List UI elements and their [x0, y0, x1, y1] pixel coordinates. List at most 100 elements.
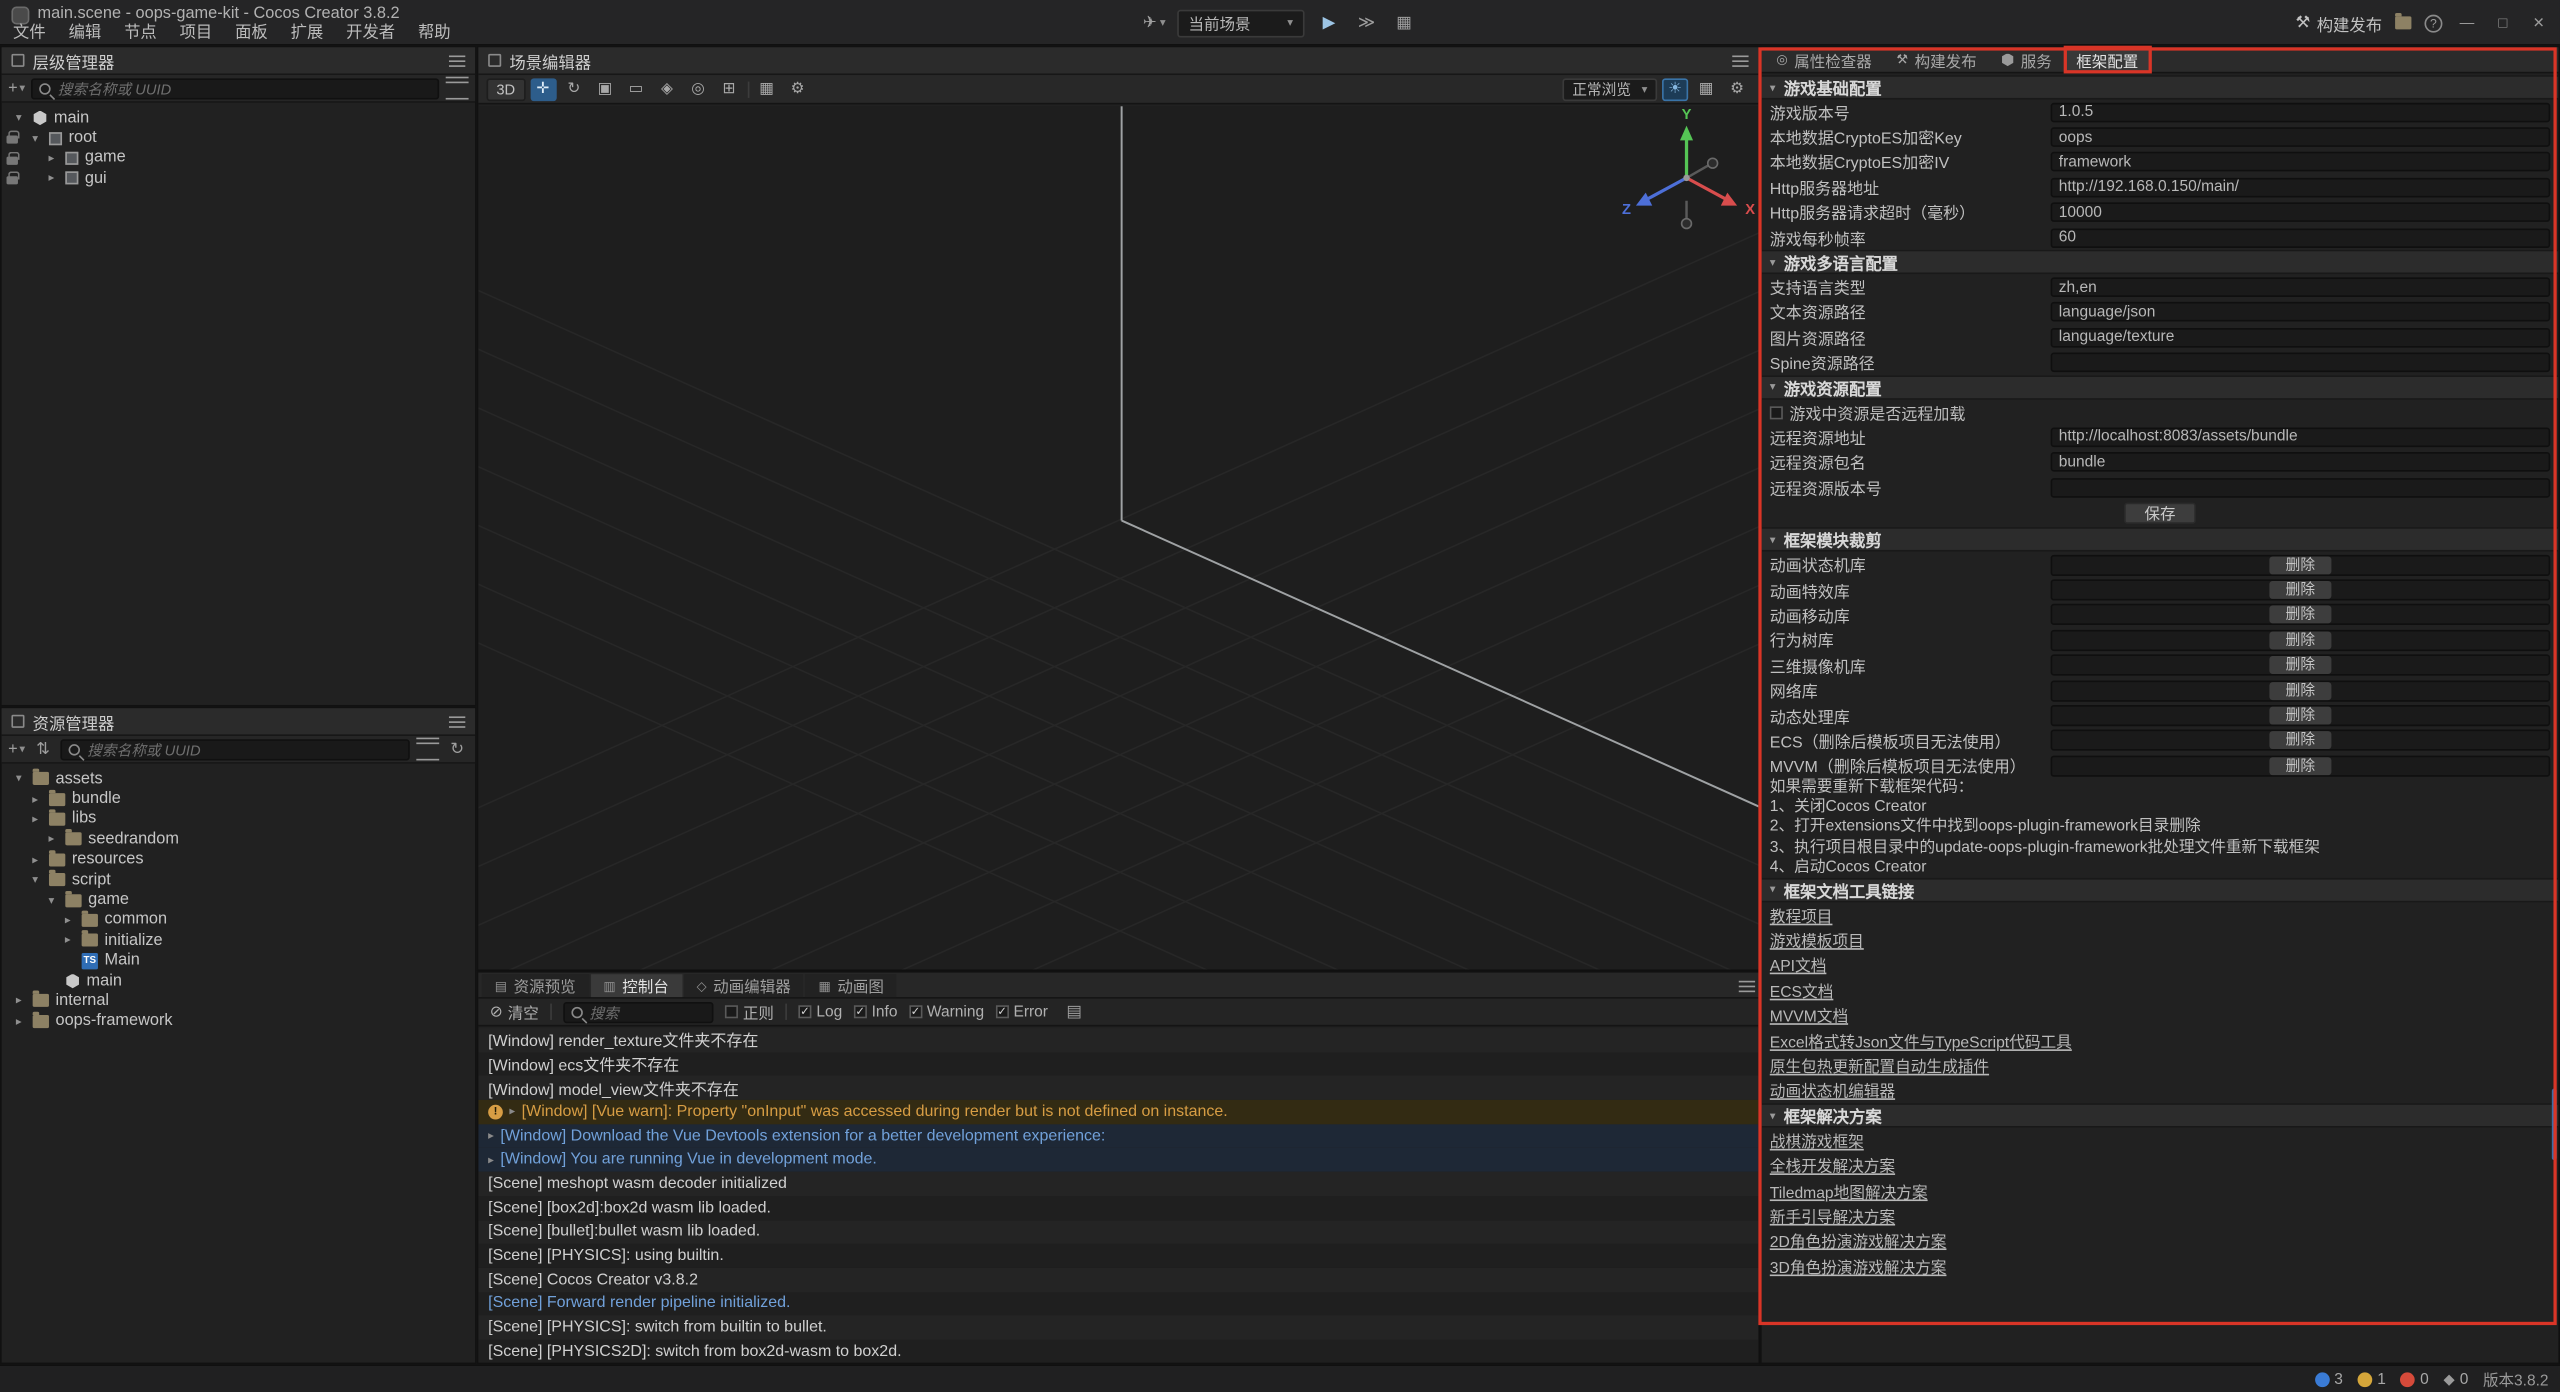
doc-link[interactable]: 动画状态机编辑器 [1770, 1079, 1895, 1102]
log-row[interactable]: [Scene] meshopt wasm decoder initialized [478, 1172, 1758, 1196]
expand-arrow-icon[interactable]: ▸ [509, 1105, 515, 1118]
input-crypto-iv[interactable]: framework [2051, 153, 2551, 173]
expand-arrow-icon[interactable]: ▸ [60, 934, 75, 947]
minimize-button[interactable]: — [2456, 11, 2479, 34]
doc-link[interactable]: 教程项目 [1770, 903, 1833, 926]
asset-game[interactable]: ▾game [2, 890, 475, 910]
delete-button[interactable]: 删除 [2269, 707, 2331, 725]
expand-arrow-icon[interactable]: ▸ [11, 995, 26, 1008]
input-remote-server[interactable]: http://localhost:8083/assets/bundle [2051, 428, 2551, 448]
solution-link[interactable]: Tiledmap地图解决方案 [1770, 1179, 1928, 1202]
filter-info-checkbox[interactable]: ✓Info [854, 1003, 898, 1021]
delete-button[interactable]: 删除 [2269, 757, 2331, 775]
asset-oops-framework[interactable]: ▸oops-framework [2, 1011, 475, 1031]
refresh-icon[interactable]: ↻ [446, 738, 469, 761]
asset-common[interactable]: ▸common [2, 910, 475, 930]
snap-settings-icon[interactable]: ▦ [753, 78, 779, 101]
filter-error-checkbox[interactable]: ✓Error [996, 1003, 1048, 1021]
filter-log-checkbox[interactable]: ✓Log [798, 1003, 842, 1021]
sort-icon[interactable]: ⇅ [32, 738, 55, 761]
project-folder-icon[interactable] [2395, 16, 2411, 29]
lock-icon[interactable] [7, 131, 18, 144]
input-game-version[interactable]: 1.0.5 [2051, 102, 2551, 122]
mode-3d-button[interactable]: 3D [487, 78, 525, 101]
solution-link[interactable]: 战棋游戏框架 [1770, 1129, 1864, 1152]
menu-file[interactable]: 文件 [2, 23, 58, 46]
solution-link[interactable]: 新手引导解决方案 [1770, 1204, 1895, 1227]
log-row-info[interactable]: [Scene] Forward render pipeline initiali… [478, 1292, 1758, 1316]
rect-tool-icon[interactable]: ▭ [623, 78, 649, 101]
collapse-arrow-icon[interactable]: ▾ [11, 772, 26, 785]
remote-load-checkbox[interactable] [1770, 406, 1783, 419]
tree-node-gui[interactable]: ▸ gui [2, 168, 475, 188]
transform-tool-icon[interactable]: ◈ [654, 78, 680, 101]
panel-menu-icon[interactable] [449, 716, 465, 727]
warning-count-badge[interactable]: 1 [2358, 1370, 2386, 1388]
scene-light-toggle-icon[interactable]: ☀ [1662, 78, 1688, 101]
menu-node[interactable]: 节点 [113, 23, 169, 46]
input-spine-path[interactable] [2051, 353, 2551, 373]
asset-main-scene[interactable]: main [2, 971, 475, 991]
preview-window-button[interactable]: ▦ [1391, 10, 1417, 36]
tab-build-publish[interactable]: ⚒构建发布 [1885, 47, 1988, 71]
delete-button[interactable]: 删除 [2269, 631, 2331, 649]
log-row[interactable]: [Scene] [box2d]:box2d wasm lib loaded. [478, 1196, 1758, 1220]
input-http-server[interactable]: http://192.168.0.150/main/ [2051, 178, 2551, 198]
asset-assets[interactable]: ▾assets [2, 769, 475, 789]
log-row-info[interactable]: ▸[Window] Download the Vue Devtools exte… [478, 1124, 1758, 1148]
rotate-tool-icon[interactable]: ↻ [561, 78, 587, 101]
doc-link[interactable]: 游戏模板项目 [1770, 929, 1864, 952]
tab-property-inspector[interactable]: ◎属性检查器 [1765, 47, 1883, 71]
lock-icon[interactable] [7, 172, 18, 185]
scene-select[interactable]: 当前场景▾ [1177, 9, 1304, 37]
section-game-basic[interactable]: ▾游戏基础配置 [1762, 75, 2559, 99]
input-lang-json-path[interactable]: language/json [2051, 303, 2551, 323]
doc-link[interactable]: 原生包热更新配置自动生成插件 [1770, 1054, 1989, 1077]
collapse-arrow-icon[interactable]: ▾ [11, 111, 26, 124]
menu-panel[interactable]: 面板 [224, 23, 280, 46]
expand-arrow-icon[interactable]: ▸ [488, 1129, 494, 1142]
lock-icon[interactable] [7, 151, 18, 164]
coordinate-toggle-icon[interactable]: ⊞ [716, 78, 742, 101]
expand-arrow-icon[interactable]: ▸ [28, 853, 43, 866]
assets-search-input[interactable]: 搜索名称或 UUID [61, 738, 410, 759]
info-count-badge[interactable]: 3 [2315, 1370, 2343, 1388]
play-button[interactable]: ▶ [1316, 10, 1342, 36]
log-row[interactable]: [Scene] [PHYSICS]: using builtin. [478, 1244, 1758, 1268]
expand-arrow-icon[interactable]: ▸ [11, 1015, 26, 1028]
asset-bundle[interactable]: ▸bundle [2, 789, 475, 809]
doc-link[interactable]: MVVM文档 [1770, 1004, 1848, 1027]
menu-extension[interactable]: 扩展 [279, 23, 335, 46]
log-row[interactable]: [Window] ecs文件夹不存在 [478, 1052, 1758, 1076]
export-log-icon[interactable]: ▤ [1063, 1000, 1086, 1023]
tree-node-root[interactable]: ▾ root [2, 128, 475, 148]
collapse-arrow-icon[interactable]: ▾ [28, 873, 43, 886]
filter-icon[interactable] [446, 77, 469, 100]
expand-arrow-icon[interactable]: ▸ [488, 1153, 494, 1166]
scene-settings-icon[interactable]: ⚙ [1724, 78, 1750, 101]
menu-help[interactable]: 帮助 [407, 23, 463, 46]
tab-console[interactable]: ▥控制台 [590, 974, 682, 997]
scale-tool-icon[interactable]: ▣ [592, 78, 618, 101]
menu-project[interactable]: 项目 [168, 23, 224, 46]
help-icon[interactable]: ? [2424, 14, 2442, 32]
expand-arrow-icon[interactable]: ▸ [28, 813, 43, 826]
log-row[interactable]: [Scene] Cocos Creator v3.8.2 [478, 1268, 1758, 1292]
tab-animation-editor[interactable]: ◇动画编辑器 [684, 974, 804, 997]
menu-edit[interactable]: 编辑 [57, 23, 113, 46]
input-http-timeout[interactable]: 10000 [2051, 203, 2551, 223]
gizmo-settings-icon[interactable]: ⚙ [785, 78, 811, 101]
scene-viewport[interactable]: Y X Z [478, 106, 1758, 969]
log-row-warning[interactable]: !▸[Window] [Vue warn]: Property "onInput… [478, 1100, 1758, 1124]
hierarchy-search-input[interactable]: 搜索名称或 UUID [32, 78, 440, 99]
input-lang-texture-path[interactable]: language/texture [2051, 328, 2551, 348]
log-row[interactable]: [Window] model_view文件夹不存在 [478, 1076, 1758, 1100]
menu-developer[interactable]: 开发者 [335, 23, 407, 46]
move-tool-icon[interactable]: ✛ [530, 78, 556, 101]
log-row[interactable]: [Scene] [PHYSICS]: switch from builtin t… [478, 1316, 1758, 1340]
log-row[interactable]: [Scene] [PHYSICS2D]: switch from box2d-w… [478, 1340, 1758, 1363]
tab-asset-preview[interactable]: ▤资源预览 [482, 974, 589, 997]
expand-arrow-icon[interactable]: ▸ [28, 792, 43, 805]
log-row-info[interactable]: ▸[Window] You are running Vue in develop… [478, 1148, 1758, 1172]
clear-console-button[interactable]: ⊘清空 [490, 1000, 539, 1023]
